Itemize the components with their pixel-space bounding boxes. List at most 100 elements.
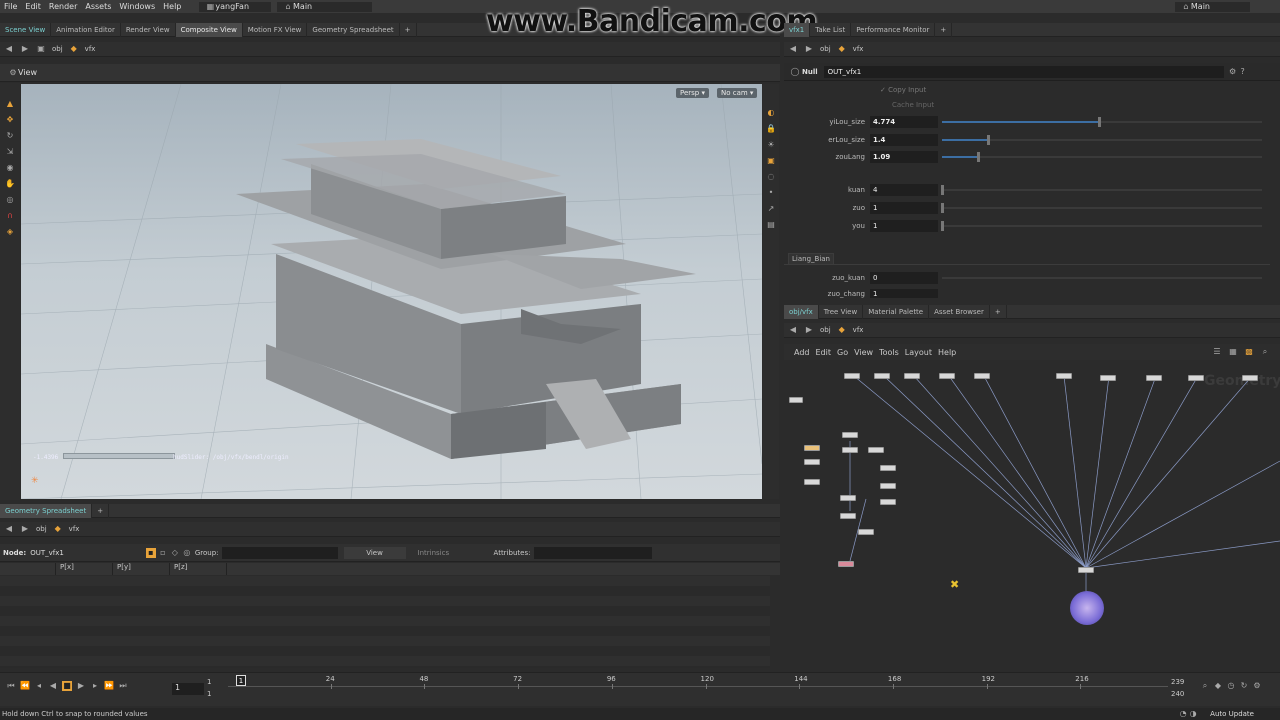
add-network-tab-icon[interactable]: + xyxy=(990,304,1007,319)
param-forward-icon[interactable]: ▶ xyxy=(804,44,814,54)
network-node[interactable] xyxy=(858,529,874,535)
slider-knob[interactable] xyxy=(1098,117,1102,127)
network-node[interactable] xyxy=(789,397,803,403)
step-forward-key-icon[interactable]: ⏩ xyxy=(104,681,114,691)
list-view-icon[interactable]: ☰ xyxy=(1212,347,1222,357)
param-slider[interactable] xyxy=(942,116,1270,128)
zoom-icon[interactable]: ⌕ xyxy=(1200,681,1210,691)
merge-node[interactable] xyxy=(1078,567,1094,573)
path-obj[interactable]: obj xyxy=(52,45,63,53)
add-spreadsheet-tab-icon[interactable]: + xyxy=(92,503,110,518)
tab-asset-browser[interactable]: Asset Browser xyxy=(929,304,990,319)
path-vfx[interactable]: vfx xyxy=(85,45,96,53)
handle-slider[interactable] xyxy=(63,453,175,459)
node-name-field[interactable]: OUT_vfx1 xyxy=(823,65,1224,78)
ghost-icon[interactable]: ◌ xyxy=(766,172,776,182)
range-start-global[interactable]: 1 xyxy=(207,690,211,698)
network-node[interactable] xyxy=(840,495,856,501)
network-node[interactable] xyxy=(1056,373,1072,379)
spread-forward-icon[interactable]: ▶ xyxy=(20,524,30,534)
tab-composite-view[interactable]: Composite View xyxy=(175,22,243,37)
display-options-icon[interactable]: ◐ xyxy=(766,108,776,118)
menu-windows[interactable]: Windows xyxy=(115,2,159,11)
param-value-field[interactable]: 1 xyxy=(870,289,938,298)
net-menu-go[interactable]: Go xyxy=(837,348,848,357)
intrinsics-dropdown[interactable]: Intrinsics xyxy=(418,549,488,557)
tab-animation-editor[interactable]: Animation Editor xyxy=(51,22,121,37)
tab-geometry-spreadsheet-bottom[interactable]: Geometry Spreadsheet xyxy=(0,503,93,518)
camera-menu[interactable]: No cam ▾ xyxy=(717,88,758,98)
range-start[interactable]: 1 xyxy=(207,678,211,686)
geometry-icon[interactable]: ▣ xyxy=(766,156,776,166)
network-node[interactable] xyxy=(1146,375,1162,381)
step-back-icon[interactable]: ◂ xyxy=(34,681,44,691)
slider-knob[interactable] xyxy=(986,135,990,145)
out-null-node-icon[interactable]: ✖ xyxy=(950,579,964,591)
col-py[interactable]: P[y] xyxy=(113,563,170,575)
network-node[interactable] xyxy=(880,465,896,471)
back-arrow-icon[interactable]: ◀ xyxy=(4,44,14,54)
view-dropdown[interactable]: View xyxy=(343,546,406,559)
net-menu-view[interactable]: View xyxy=(854,348,873,357)
status-cook-icon[interactable]: ◑ xyxy=(1188,709,1198,719)
playhead[interactable]: 1 xyxy=(236,675,246,686)
network-node[interactable] xyxy=(804,479,820,485)
3d-viewport[interactable]: Persp ▾ No cam ▾ -1.4396 hudSlider: /obj… xyxy=(21,84,762,499)
play-reverse-icon[interactable]: ◀ xyxy=(48,681,58,691)
jump-start-icon[interactable]: ⏮ xyxy=(6,681,16,691)
scale-tool-icon[interactable]: ⇲ xyxy=(5,147,15,157)
rotate-tool-icon[interactable]: ↻ xyxy=(5,131,15,141)
network-node[interactable] xyxy=(939,373,955,379)
workspace-selector-right[interactable]: ⌂ Main xyxy=(1174,1,1250,12)
param-slider[interactable] xyxy=(941,184,1270,196)
range-end[interactable]: 239 xyxy=(1171,678,1184,686)
network-node[interactable] xyxy=(868,447,884,453)
network-node[interactable] xyxy=(874,373,890,379)
slider-knob[interactable] xyxy=(941,221,944,231)
frame-field[interactable]: 1 xyxy=(172,683,204,695)
slider-knob[interactable] xyxy=(977,152,981,162)
loop-icon[interactable]: ↻ xyxy=(1239,681,1249,691)
param-value-field[interactable]: 1.09 xyxy=(870,151,938,163)
lock-icon[interactable]: 🔒 xyxy=(766,124,776,134)
param-slider[interactable] xyxy=(941,220,1270,232)
tab-motion-fx-view[interactable]: Motion FX View xyxy=(243,22,308,37)
network-node[interactable] xyxy=(842,447,858,453)
param-slider[interactable] xyxy=(941,202,1270,214)
net-menu-add[interactable]: Add xyxy=(794,348,810,357)
net-menu-tools[interactable]: Tools xyxy=(879,348,899,357)
slider-knob[interactable] xyxy=(941,185,944,195)
color-palette-icon[interactable]: ▩ xyxy=(1244,347,1254,357)
timeline-track[interactable] xyxy=(228,686,1168,687)
keyframe-icon[interactable]: ◆ xyxy=(1213,681,1223,691)
select-tool-icon[interactable]: ▲ xyxy=(5,99,15,109)
network-node[interactable] xyxy=(840,513,856,519)
step-forward-icon[interactable]: ▸ xyxy=(90,681,100,691)
group-field[interactable] xyxy=(221,546,338,559)
help-icon[interactable]: ? xyxy=(1238,67,1248,77)
spread-back-icon[interactable]: ◀ xyxy=(4,524,14,534)
tab-render-view[interactable]: Render View xyxy=(121,22,176,37)
col-px[interactable]: P[x] xyxy=(56,563,113,575)
search-icon[interactable]: ⌕ xyxy=(1260,347,1270,357)
net-path-obj[interactable]: obj xyxy=(820,326,831,334)
tab-vfx1[interactable]: vfx1 xyxy=(784,22,811,37)
global-anim-icon[interactable]: ⚙ xyxy=(1252,681,1262,691)
step-back-key-icon[interactable]: ⏪ xyxy=(20,681,30,691)
view-tool-icon[interactable]: ◎ xyxy=(5,195,15,205)
realtime-icon[interactable]: ◷ xyxy=(1226,681,1236,691)
primitives-mode-icon[interactable]: ◇ xyxy=(170,548,180,558)
forward-arrow-icon[interactable]: ▶ xyxy=(20,44,30,54)
menu-help[interactable]: Help xyxy=(159,2,185,11)
auto-update-menu[interactable]: Auto Update xyxy=(1198,710,1280,718)
param-value-field[interactable]: 4.774 xyxy=(870,116,938,128)
network-node[interactable] xyxy=(1188,375,1204,381)
param-slider[interactable] xyxy=(942,134,1270,146)
param-path-vfx[interactable]: vfx xyxy=(853,45,864,53)
net-path-vfx[interactable]: vfx xyxy=(853,326,864,334)
workspace-selector-left[interactable]: ⌂ Main xyxy=(277,1,373,12)
tab-take-list[interactable]: Take List xyxy=(810,22,852,37)
network-canvas[interactable]: Geometry ✖ xyxy=(784,361,1280,672)
param-slider[interactable] xyxy=(942,151,1270,163)
network-node[interactable] xyxy=(842,432,858,438)
